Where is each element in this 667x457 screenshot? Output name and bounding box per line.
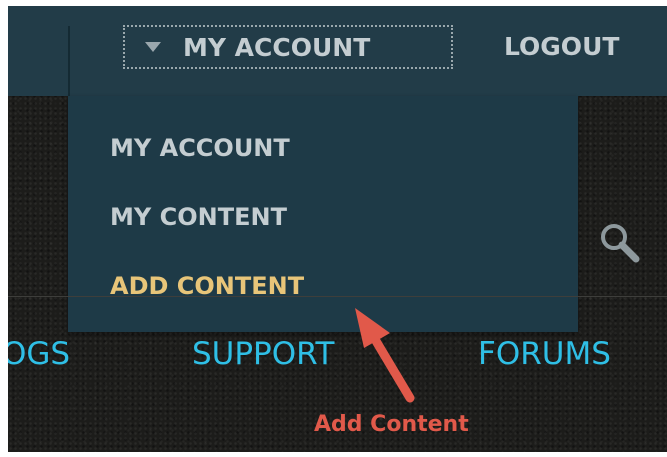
screenshot-frame: MY ACCOUNT LOGOUT MY ACCOUNT MY CONTENT … [8, 6, 667, 452]
arrow-icon [355, 308, 415, 403]
annotation-label: Add Content [314, 412, 469, 437]
